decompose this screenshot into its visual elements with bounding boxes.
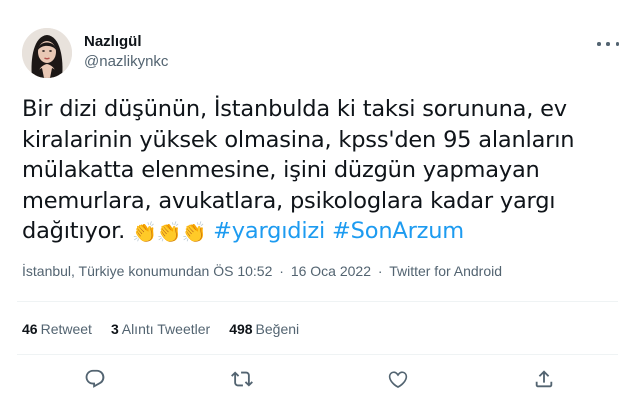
quotes-label: Alıntı Tweetler [121,321,211,337]
tweet-header: Nazlıgül @nazlikynkc [22,28,168,78]
quotes-stat[interactable]: 3 Alıntı Tweetler [111,320,210,338]
tweet-location[interactable]: İstanbul, Türkiye konumundan [22,263,209,279]
avatar[interactable] [22,28,72,78]
dot-icon [606,42,610,46]
tweet-text-line: kiralarinin yüksek olmasina, kpss'den 95… [22,126,575,153]
reply-icon[interactable] [82,366,108,392]
divider [17,354,618,355]
tweet-metadata: İstanbul, Türkiye konumundan ÖS 10:52 · … [22,262,502,280]
dot-icon [597,42,601,46]
retweets-stat[interactable]: 46 Retweet [22,320,92,338]
likes-stat[interactable]: 498 Beğeni [229,320,299,338]
quotes-count: 3 [110,321,119,337]
tweet-actions [0,366,635,396]
tweet-text-line: memurlara, avukatlara, psikologlara kada… [22,187,556,214]
clapping-hands-emoji: 👏👏👏 [132,220,207,245]
likes-label: Beğeni [255,321,300,337]
likes-count: 498 [229,321,253,337]
more-options-icon[interactable] [597,37,619,51]
tweet-card: Nazlıgül @nazlikynkc Bir dizi düşünün, İ… [0,0,635,406]
dot-icon [615,42,619,46]
tweet-text: Bir dizi düşünün, İstanbulda ki taksi so… [22,94,622,248]
tweet-date[interactable]: 16 Oca 2022 [291,263,371,279]
retweets-label: Retweet [40,321,92,337]
hashtag-sonarzum[interactable]: #SonArzum [332,218,464,244]
tweet-text-line-last: dağıtıyor. 👏👏👏 #yargıdizi #SonArzum [22,216,622,248]
separator: · [279,263,284,279]
user-names: Nazlıgül @nazlikynkc [84,32,168,72]
display-name[interactable]: Nazlıgül [84,32,168,52]
hashtag-yargidizi[interactable]: #yargıdizi [213,218,325,244]
tweet-time[interactable]: ÖS 10:52 [213,263,272,279]
tweet-text-fragment: dağıtıyor. [22,218,126,245]
tweet-text-line: mülakatta elenmesine, işini düzgün yapma… [22,157,540,184]
separator: · [377,263,383,279]
retweets-count: 46 [22,321,38,337]
tweet-source[interactable]: Twitter for Android [389,263,502,279]
user-handle[interactable]: @nazlikynkc [84,52,168,72]
profile-photo-icon [22,28,72,78]
tweet-stats: 46 Retweet 3 Alıntı Tweetler 498 Beğeni [22,320,318,338]
share-icon[interactable] [531,366,557,392]
tweet-text-line: Bir dizi düşünün, İstanbulda ki taksi so… [22,96,567,122]
like-icon[interactable] [385,366,411,392]
retweet-icon[interactable] [229,366,255,392]
divider [17,301,618,302]
